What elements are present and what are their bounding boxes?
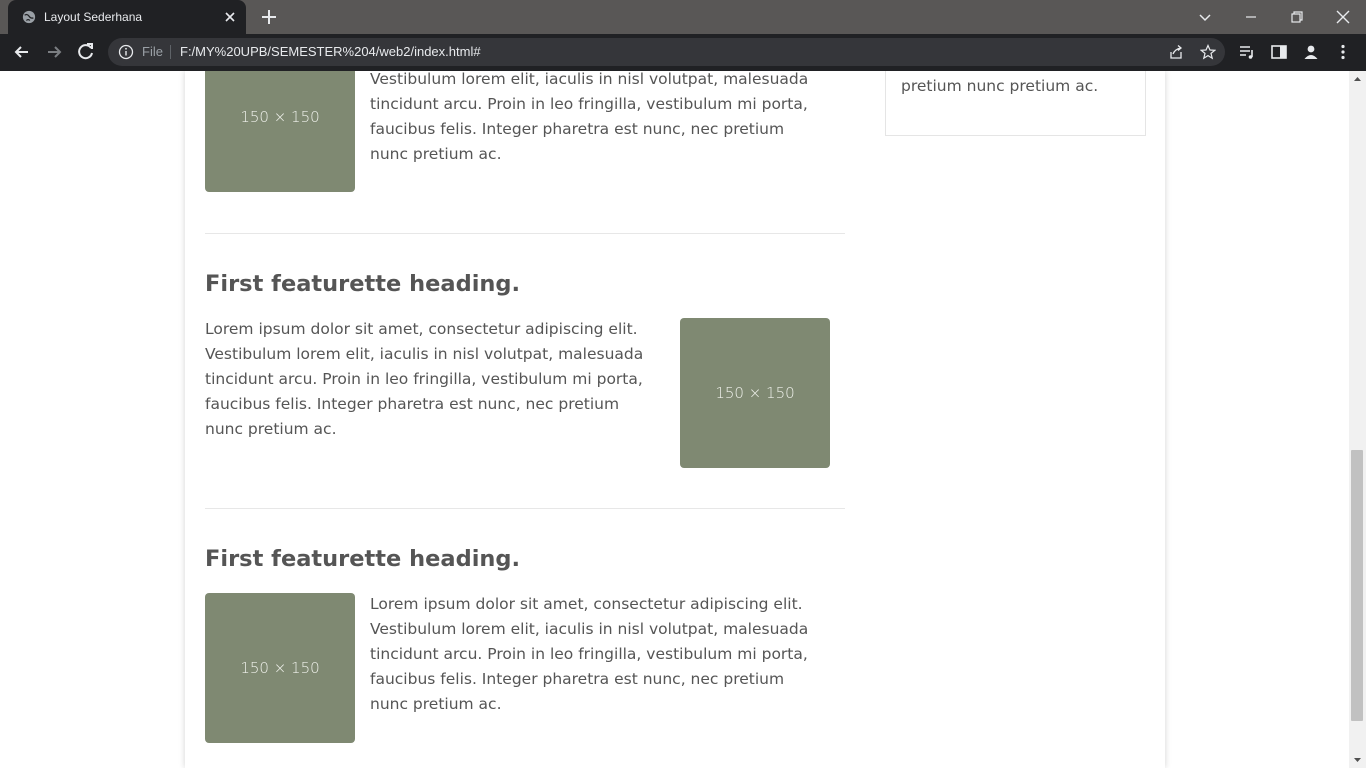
browser-toolbar: File F:/MY%20UPB/SEMESTER%204/web2/index… <box>0 34 1366 72</box>
featurette-text-2: Lorem ipsum dolor sit amet, consectetur … <box>205 320 644 438</box>
url-text[interactable]: F:/MY%20UPB/SEMESTER%204/web2/index.html… <box>180 38 481 66</box>
sidebar-text: pharetra est nunc, nec pretium nunc pret… <box>901 77 1099 95</box>
page-viewport: pharetra est nunc, nec pretium nunc pret… <box>0 71 1349 768</box>
reload-icon[interactable] <box>76 42 96 62</box>
media-queue-icon[interactable] <box>1238 43 1256 61</box>
info-icon[interactable] <box>118 44 134 60</box>
close-tab-icon[interactable] <box>222 9 238 25</box>
sidebar-widget: pharetra est nunc, nec pretium nunc pret… <box>885 71 1146 136</box>
tab-search-chevron-icon[interactable] <box>1194 6 1216 28</box>
minimize-icon[interactable] <box>1240 6 1262 28</box>
tab-strip: Layout Sederhana <box>0 0 1366 34</box>
featurette-text-1: Vestibulum lorem elit, iaculis in nisl v… <box>370 71 809 163</box>
scroll-up-arrow-icon[interactable] <box>1349 71 1366 88</box>
tab-title: Layout Sederhana <box>44 10 143 24</box>
featurette-image-3: 150 × 150 <box>205 593 355 743</box>
scheme-label: File <box>142 44 163 59</box>
globe-icon <box>22 10 36 24</box>
featurette-image-2: 150 × 150 <box>680 318 830 468</box>
featurette-text-3: Lorem ipsum dolor sit amet, consectetur … <box>370 595 809 713</box>
back-arrow-icon[interactable] <box>12 42 32 62</box>
address-bar[interactable]: File F:/MY%20UPB/SEMESTER%204/web2/index… <box>108 38 1225 66</box>
image-size-label: 150 × 150 <box>240 659 320 677</box>
side-panel-icon[interactable] <box>1270 43 1288 61</box>
featurette-divider <box>205 233 845 234</box>
profile-avatar-icon[interactable] <box>1302 43 1320 61</box>
share-icon[interactable] <box>1168 44 1184 60</box>
browser-chrome: Layout Sederhana File F:/MY%20UPB/SEMEST… <box>0 0 1366 72</box>
tab-active[interactable]: Layout Sederhana <box>8 0 246 34</box>
featurette-image-1: 150 × 150 <box>205 71 355 192</box>
vertical-scrollbar[interactable] <box>1349 71 1366 768</box>
scrollbar-thumb[interactable] <box>1351 450 1363 721</box>
featurette-heading-3: First featurette heading. <box>205 546 521 572</box>
window-close-icon[interactable] <box>1332 6 1354 28</box>
featurette-divider <box>205 508 845 509</box>
content-container: pharetra est nunc, nec pretium nunc pret… <box>185 71 1165 768</box>
forward-arrow-icon[interactable] <box>44 42 64 62</box>
restore-icon[interactable] <box>1286 6 1308 28</box>
bookmark-star-icon[interactable] <box>1200 44 1216 60</box>
image-size-label: 150 × 150 <box>715 384 795 402</box>
new-tab-icon[interactable] <box>260 8 278 26</box>
featurette-heading-2: First featurette heading. <box>205 271 521 297</box>
omnibox-divider <box>170 45 171 59</box>
kebab-menu-icon[interactable] <box>1334 43 1352 61</box>
image-size-label: 150 × 150 <box>240 108 320 126</box>
scroll-down-arrow-icon[interactable] <box>1349 751 1366 768</box>
